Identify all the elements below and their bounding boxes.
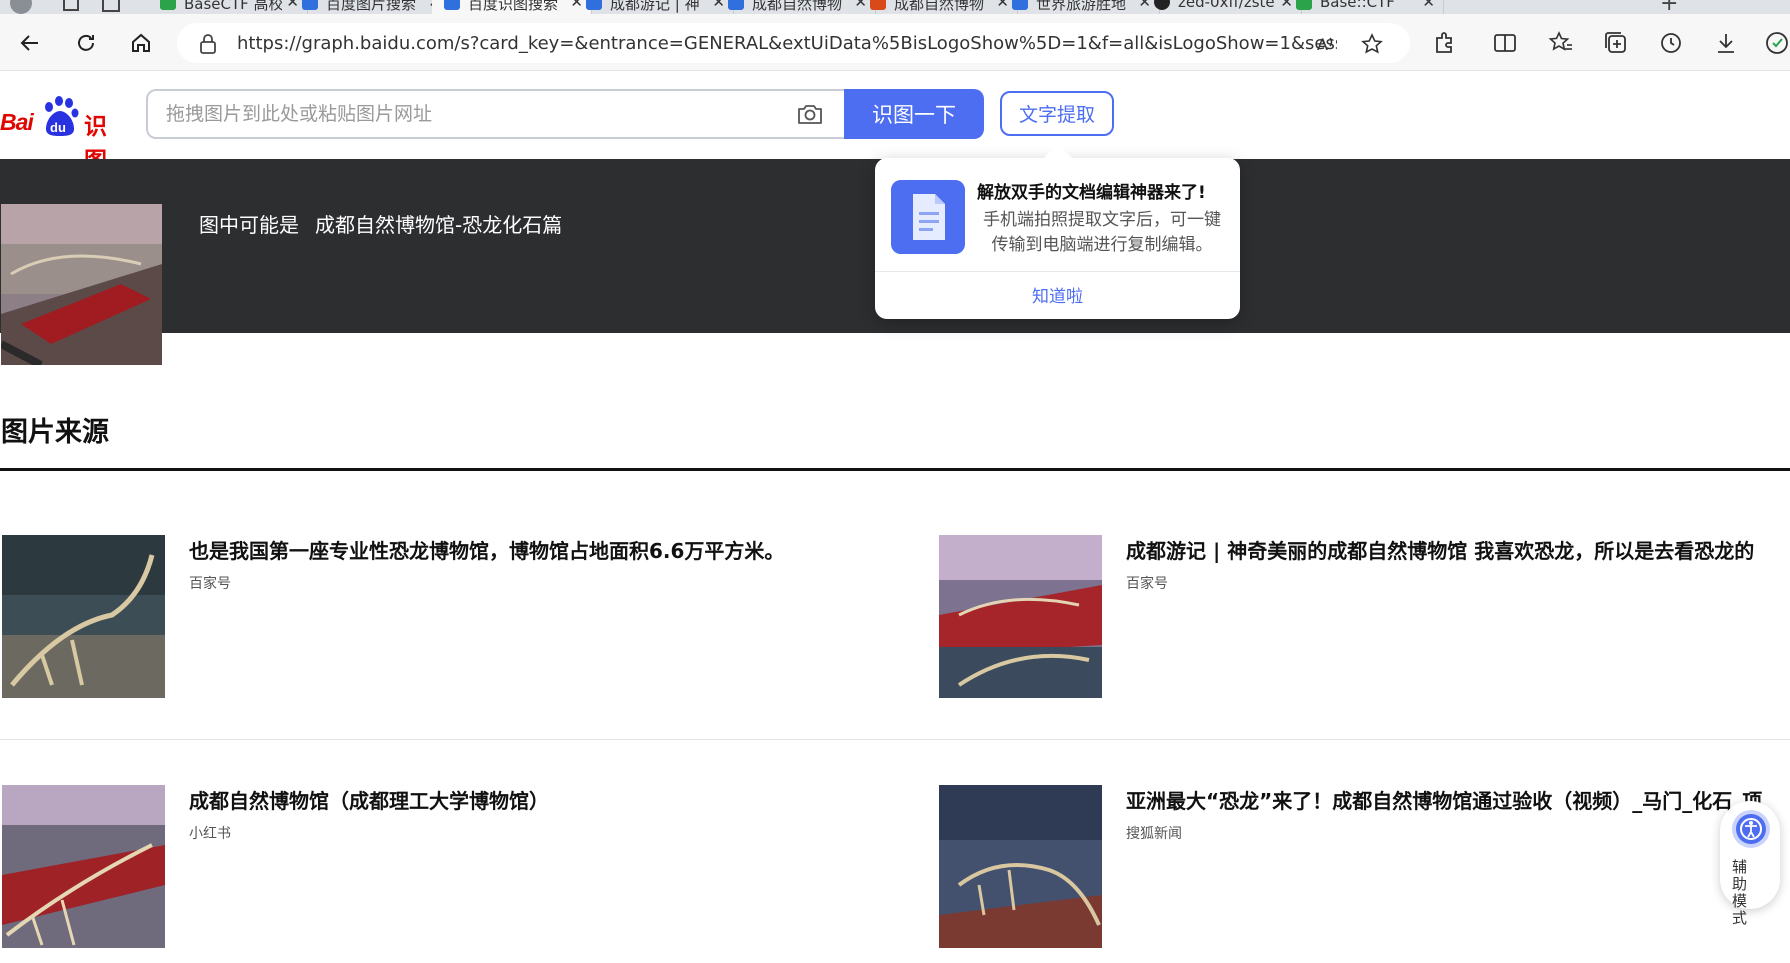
logo-text-du: du [50,120,66,135]
tab-chengdu-museum-search[interactable]: 成都自然博物 ✕ [716,0,876,14]
row-separator [0,739,1790,740]
history-icon[interactable] [1658,30,1684,56]
query-image-thumbnail[interactable] [1,204,162,365]
tab-world-travel[interactable]: 世界旅游胜地 ✕ [1000,0,1160,14]
search-image-button[interactable]: 识图一下 [844,89,984,139]
tab-title: Base::CTF [1320,0,1395,11]
logo-text-bai: Bai [0,109,34,135]
tab-favicon-icon [160,0,176,10]
popup-description: 手机端拍照提取文字后，可一键传输到电脑端进行复制编辑。 [983,210,1221,255]
tab-favicon-icon [302,0,318,10]
tab-baidu-image-search[interactable]: 百度图片搜索 ✕ [290,0,450,14]
collections-icon[interactable] [1603,30,1629,56]
guess-link[interactable]: 成都自然博物馆-恐龙化石篇 [315,213,562,237]
source-site: 小红书 [189,826,231,842]
sources-heading: 图片来源 [1,417,109,448]
image-guess-text: 图中可能是 成都自然博物馆-恐龙化石篇 [199,209,578,238]
feature-tip-popup: 解放双手的文档编辑神器来了! 手机端拍照提取文字后，可一键传输到电脑端进行复制编… [875,158,1240,319]
source-card[interactable]: 也是我国第一座专业性恐龙博物馆，博物馆占地面积6.6万平方米。 百家号 [2,535,882,698]
popup-confirm-button[interactable]: 知道啦 [875,282,1240,307]
source-card[interactable]: 亚洲最大“恐龙”来了！成都自然博物馆通过验收（视频）_马门_化石_项 搜狐新闻 [939,785,1790,948]
popup-title: 解放双手的文档编辑神器来了! [977,183,1206,203]
assist-mode-label: 辅助模式 [1732,858,1754,927]
source-title[interactable]: 成都自然博物馆（成都理工大学博物馆） [189,785,549,814]
favorite-star-icon[interactable] [1361,33,1383,55]
url-field[interactable]: https://graph.baidu.com/s?card_key=&entr… [177,23,1410,63]
source-site: 百家号 [189,576,231,592]
source-thumbnail[interactable] [939,785,1102,948]
sources-divider [0,468,1790,471]
tab-title: 成都自然博物 [894,0,985,13]
tab-favicon-icon [870,0,886,10]
profile-icon[interactable] [10,0,32,14]
tab-github-zsteg[interactable]: zed-0xff/zste ✕ [1142,0,1302,14]
tab-favicon-icon [728,0,744,10]
source-site: 搜狐新闻 [1126,826,1182,842]
tab-chengdu-museum-site[interactable]: 成都自然博物 ✕ [858,0,1018,14]
home-icon [132,33,150,52]
tab-baidu-shitu[interactable]: 百度识图搜索 ✕ [432,0,592,14]
tab-title: 成都游记 | 神 [610,0,700,13]
source-thumbnail[interactable] [2,785,165,948]
accessibility-icon [1732,810,1770,848]
back-arrow-icon [20,35,38,51]
performance-icon[interactable] [1764,30,1790,56]
read-aloud-icon[interactable]: A [1315,33,1337,55]
image-search-box[interactable] [146,89,846,139]
tab-favicon-icon [444,0,460,10]
baidu-shitu-logo[interactable]: Bai du 识图 [0,93,125,174]
download-icon[interactable] [1713,30,1739,56]
source-card[interactable]: 成都自然博物馆（成都理工大学博物馆） 小红书 [2,785,882,948]
source-thumbnail[interactable] [939,535,1102,698]
source-thumbnail[interactable] [2,535,165,698]
tab-title: BaseCTF 高校 [184,0,282,13]
museum-hall-image [939,535,1102,698]
camera-icon[interactable] [796,102,824,126]
browser-tab-strip: BaseCTF 高校 ✕ 百度图片搜索 ✕ 百度识图搜索 ✕ 成都游记 | 神 … [0,0,1790,14]
source-title[interactable]: 成都游记 | 神奇美丽的成都自然博物馆 我喜欢恐龙，所以是去看恐龙的 [1126,535,1754,564]
tab-favicon-icon [586,0,602,10]
tab-favicon-icon [1154,0,1170,10]
refresh-button[interactable] [71,28,101,58]
address-toolbar: https://graph.baidu.com/s?card_key=&entr… [0,14,1790,71]
museum-photo-thumbnail [1,204,162,365]
tab-title: 百度识图搜索 [468,0,559,13]
close-tab-icon[interactable]: ✕ [1422,0,1435,11]
favorites-icon[interactable] [1548,30,1574,56]
home-button[interactable] [126,28,156,58]
split-screen-icon[interactable] [1492,30,1518,56]
mamenchisaurus-image [939,785,1102,948]
museum-exhibit-image [2,785,165,948]
extensions-icon[interactable] [1431,30,1457,56]
image-url-input[interactable] [166,101,766,127]
workspaces-icon[interactable] [60,0,82,14]
popup-divider [875,271,1240,272]
tab-title: 成都自然博物 [752,0,843,13]
source-title[interactable]: 亚洲最大“恐龙”来了！成都自然博物馆通过验收（视频）_马门_化石_项 [1126,785,1762,814]
tab-favicon-icon [1012,0,1028,10]
guess-prefix: 图中可能是 [199,213,299,237]
source-card[interactable]: 成都游记 | 神奇美丽的成都自然博物馆 我喜欢恐龙，所以是去看恐龙的 百家号 [939,535,1790,698]
refresh-icon [78,34,94,51]
document-icon [891,180,965,254]
tab-favicon-icon [1296,0,1312,10]
svg-text:A: A [1317,35,1328,54]
url-text[interactable]: https://graph.baidu.com/s?card_key=&entr… [237,33,1337,54]
assist-mode-button[interactable]: 辅助模式 [1720,801,1780,927]
tab-base-ctf[interactable]: Base::CTF ✕ [1284,0,1444,14]
vertical-tabs-icon[interactable] [100,0,122,14]
text-extract-button[interactable]: 文字提取 [1000,91,1114,136]
tab-title: 百度图片搜索 [326,0,417,13]
tab-title: 世界旅游胜地 [1036,0,1127,13]
tab-title: zed-0xff/zste [1178,0,1275,11]
back-button[interactable] [15,28,45,58]
new-tab-icon[interactable]: + [1660,0,1678,14]
tab-basectf[interactable]: BaseCTF 高校 ✕ [148,0,308,14]
lock-icon[interactable] [199,34,217,54]
baidu-paw-icon: du [45,96,79,136]
source-title[interactable]: 也是我国第一座专业性恐龙博物馆，博物馆占地面积6.6万平方米。 [189,535,784,564]
tab-chengdu-travel[interactable]: 成都游记 | 神 ✕ [574,0,734,14]
dinosaur-skeleton-image [2,535,165,698]
source-site: 百家号 [1126,576,1168,592]
